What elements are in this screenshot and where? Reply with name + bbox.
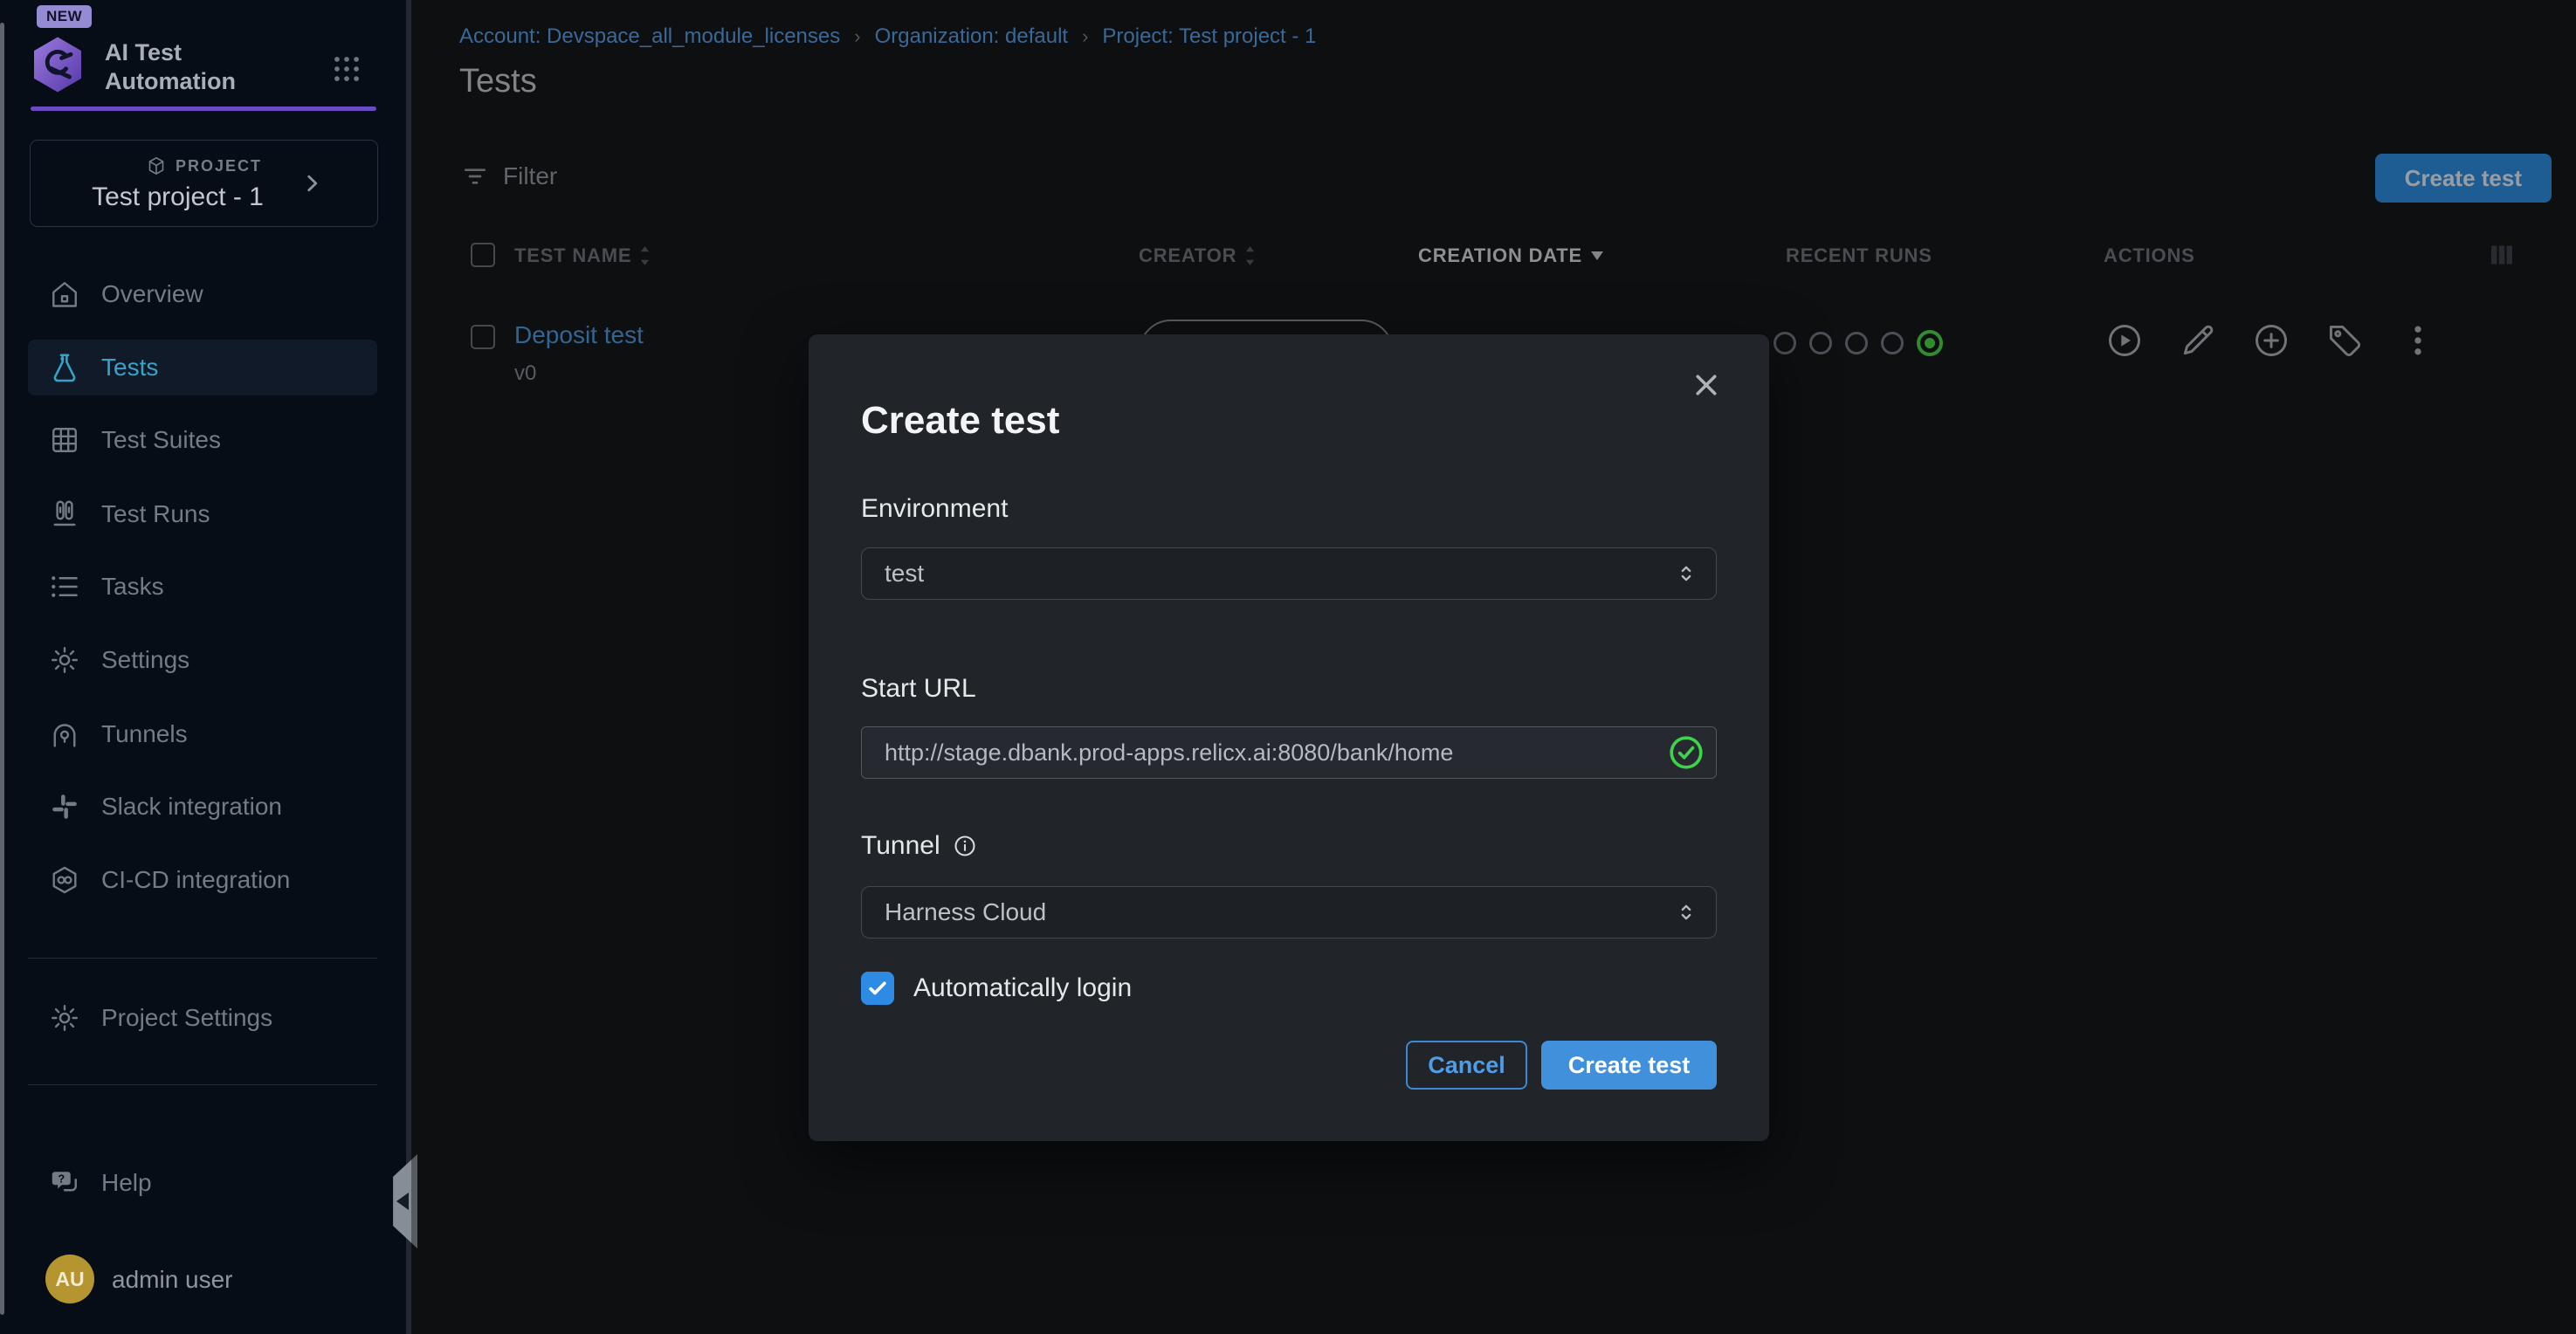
tunnel-value: Harness Cloud [885,898,1046,926]
select-chevrons-icon [1674,561,1698,586]
sidebar-item-tasks[interactable]: Tasks [28,559,377,615]
sidebar-item-tunnels[interactable]: Tunnels [28,706,377,762]
svg-text:?: ? [58,1172,65,1185]
auto-login-checkbox-row[interactable]: Automatically login [861,972,1132,1005]
tunnel-icon [49,719,80,750]
task-list-icon [49,571,80,602]
modal-create-test-button[interactable]: Create test [1541,1041,1717,1090]
create-test-modal: Create test Environment test Start URL T… [809,334,1769,1141]
sidebar-item-label: Tasks [101,573,164,601]
project-selector[interactable]: PROJECT Test project - 1 [30,140,378,227]
grid-icon [49,424,80,456]
environment-label: Environment [861,494,1008,524]
tunnel-select[interactable]: Harness Cloud [861,886,1717,939]
environment-value: test [885,560,924,588]
sidebar-item-label: Slack integration [101,793,282,821]
close-icon[interactable] [1691,369,1722,401]
window-edge-strip [0,23,4,1315]
help-chat-icon: ? [49,1167,80,1199]
cicd-icon [49,864,80,896]
project-card-name: Test project - 1 [31,182,325,212]
gear-icon [49,1002,80,1034]
user-name[interactable]: admin user [112,1266,233,1294]
sidebar-item-label: Tunnels [101,720,188,748]
sidebar-item-label: Test Suites [101,426,221,454]
cancel-button[interactable]: Cancel [1406,1041,1527,1090]
gear-icon [49,644,80,676]
chevron-right-icon [300,172,323,195]
sidebar-item-cicd-integration[interactable]: CI-CD integration [28,852,377,908]
sidebar-item-label: Settings [101,646,189,674]
sidebar: NEW AI Test Automation PROJECT [0,0,406,1334]
module-accent-divider [31,107,376,111]
sidebar-item-slack-integration[interactable]: Slack integration [28,779,377,835]
slack-icon [49,791,80,822]
start-url-input[interactable] [861,726,1717,779]
test-tubes-icon [49,499,80,530]
project-card-label: PROJECT [176,157,262,175]
tunnel-label: Tunnel [861,831,977,861]
sidebar-item-test-runs[interactable]: Test Runs [28,486,377,542]
start-url-label: Start URL [861,674,976,704]
environment-select[interactable]: test [861,547,1717,600]
tunnel-label-text: Tunnel [861,831,940,861]
app-title: AI Test Automation [105,38,236,96]
sidebar-divider [28,958,377,959]
sidebar-item-test-suites[interactable]: Test Suites [28,412,377,468]
sidebar-item-label: Help [101,1169,152,1197]
avatar[interactable]: AU [45,1255,94,1303]
auto-login-label: Automatically login [913,973,1132,1003]
sidebar-item-label: Project Settings [101,1004,272,1032]
info-icon[interactable] [953,834,977,858]
sidebar-item-label: Test Runs [101,500,210,528]
sidebar-item-label: CI-CD integration [101,866,290,894]
valid-check-icon [1668,734,1705,771]
sidebar-item-help[interactable]: ? Help [28,1155,377,1211]
checkbox-checked[interactable] [861,972,894,1005]
sidebar-item-label: Overview [101,280,203,308]
select-chevrons-icon [1674,900,1698,925]
new-badge: NEW [37,5,92,28]
flask-icon [49,352,80,383]
cube-icon [146,155,167,176]
modal-title: Create test [861,399,1059,443]
sidebar-item-project-settings[interactable]: Project Settings [28,990,377,1046]
sidebar-item-label: Tests [101,354,158,382]
sidebar-divider [28,1084,377,1085]
home-icon [49,278,80,310]
sidebar-item-tests[interactable]: Tests [28,340,377,395]
sidebar-item-overview[interactable]: Overview [28,266,377,322]
sidebar-item-settings[interactable]: Settings [28,632,377,688]
app-logo-icon [26,33,89,96]
apps-grid-icon[interactable] [330,52,363,86]
